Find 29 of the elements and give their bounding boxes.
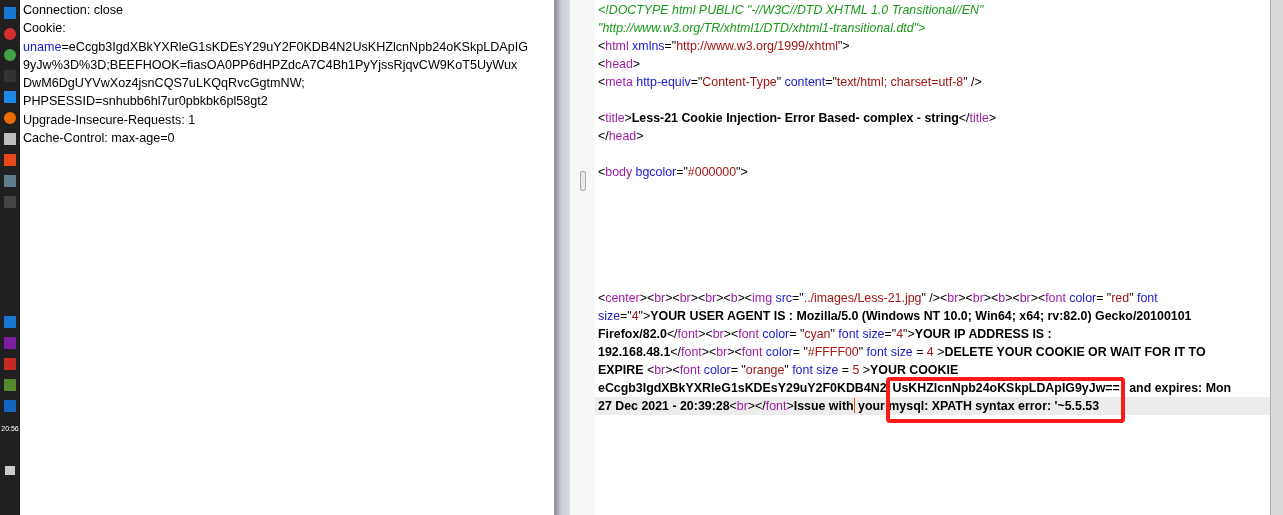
code-line: Firefox/82.0</font><br><font color= "cyan" font size="4">YOUR IP ADDRESS IS : <box>597 326 1053 343</box>
header-line: Connection: close <box>23 2 124 19</box>
notification-icon[interactable] <box>5 466 15 475</box>
app-icon[interactable] <box>4 112 16 124</box>
header-line: Upgrade-Insecure-Requests: 1 <box>23 111 196 129</box>
header-line: Cookie: <box>23 20 66 38</box>
header-line: Cache-Control: max-age=0 <box>23 130 175 148</box>
code-line: </head> <box>597 128 645 145</box>
header-line: PHPSESSID=snhubb6hl7ur0pbkbk6pl58gt2 <box>23 93 268 111</box>
header-line: DwM6DgUYVwXoz4jsnCQS7uLKQqRvcGgtmNW; <box>23 75 305 93</box>
code-line: <center><br><br><br><b><img src="../images/Less-21.jpg" /><br><br><b><br><font color= "red" font <box>597 290 1159 307</box>
app-icon[interactable] <box>4 49 16 61</box>
header-line: 9yJw%3D%3D;BEEFHOOK=fiasOA0PP6dHPZdcA7C4Bh1PyYjssRjqvCW9KoT5UyWux <box>23 56 518 74</box>
code-line: <html xmlns="http://www.w3.org/1999/xhtml"> <box>597 38 851 55</box>
splitter-handle[interactable] <box>579 171 586 191</box>
code-line: <!DOCTYPE html PUBLIC "-//W3C//DTD XHTML 1.0 Transitional//EN" <box>597 2 985 19</box>
scrollbar[interactable] <box>1270 0 1283 515</box>
code-line: 192.168.48.1</font><br><font color= "#FFFF00" font size = 4 >DELETE YOUR COOKIE OR WAIT FOR IT TO <box>597 344 1207 361</box>
code-line: size="4">YOUR USER AGENT IS : Mozilla/5.0 (Windows NT 10.0; Win64; x64; rv:82.0) Gecko/20100101 <box>597 308 1193 325</box>
code-line: EXPIRE <br><font color= "orange" font size = 5 >YOUR COOKIE <box>597 362 960 379</box>
header-line: uname=eCcgb3IgdXBkYXRleG1sKDEsY29uY2F0KDB4N2UsKHZlcnNpb24oKSkpLDApIG <box>23 38 529 56</box>
code-line: eCcgb3IgdXBkYXRleG1sKDEsY29uY2F0KDB4N2 UsKHZlcnNpb24oKSkpLDApIG9yJw== and expires: Mon <box>597 380 1233 397</box>
app-icon[interactable] <box>4 28 16 40</box>
code-line: <head> <box>597 56 642 73</box>
splitter-bar[interactable] <box>555 0 570 515</box>
code-line: <body bgcolor="#000000"> <box>597 164 749 181</box>
code-line: "http://www.w3.org/TR/xhtml1/DTD/xhtml1-transitional.dtd"> <box>597 20 927 37</box>
code-line: <meta http-equiv="Content-Type" content="text/html; charset=utf-8" /> <box>597 74 983 91</box>
code-line: <title>Less-21 Cookie Injection- Error Based- complex - string</title> <box>597 110 998 127</box>
